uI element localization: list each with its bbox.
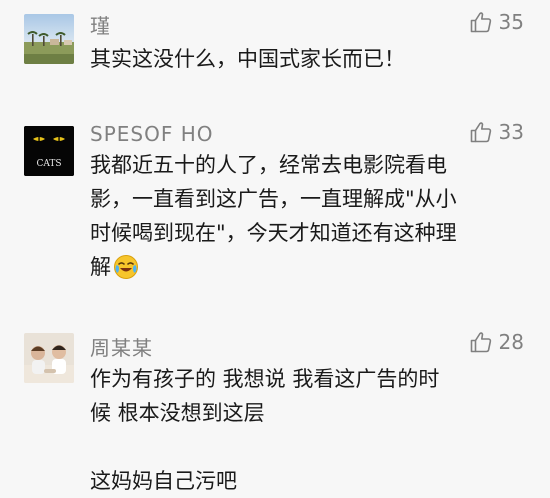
- like-count: 28: [498, 330, 524, 354]
- comment-line: 其实这没什么，中国式家长而已！: [90, 47, 405, 71]
- comment-line: 这妈妈自己污吧: [90, 469, 237, 493]
- thumbs-up-icon: [469, 330, 493, 354]
- comment-line-last: 解: [90, 250, 530, 284]
- comment-text: 其实这没什么，中国式家长而已！: [90, 42, 530, 76]
- avatar-logo-text: CATS: [36, 159, 61, 169]
- laughing-crying-emoji-icon: [113, 254, 139, 290]
- avatar-image-beach: [24, 14, 74, 64]
- comment-line-text: 解: [90, 255, 111, 279]
- thumbs-up-icon: [469, 10, 493, 34]
- avatar[interactable]: CATS: [24, 126, 74, 176]
- like-button[interactable]: 33: [469, 120, 524, 144]
- comment-author[interactable]: 周某某: [90, 332, 153, 361]
- comment-text: 作为有孩子的 我想说 我看这广告的时 候 根本没想到这层 这妈妈自己污吧: [90, 362, 530, 498]
- avatar-image-cats: CATS: [24, 126, 74, 176]
- comment-author[interactable]: SPESOF HO: [90, 122, 213, 146]
- comment-author[interactable]: 瑾: [90, 10, 111, 39]
- comment-line: 时候喝到现在"，今天才知道还有这种理: [90, 221, 457, 245]
- avatar-image-children: [24, 333, 74, 383]
- comment-line: 作为有孩子的 我想说 我看这广告的时: [90, 367, 440, 391]
- thumbs-up-icon: [469, 120, 493, 144]
- like-count: 35: [498, 10, 524, 34]
- comment-text: 我都近五十的人了，经常去电影院看电 影，一直看到这广告，一直理解成"从小 时候喝…: [90, 148, 530, 284]
- avatar[interactable]: [24, 333, 74, 383]
- comment-line-blank: [90, 430, 530, 464]
- like-button[interactable]: 28: [469, 330, 524, 354]
- comment-line: 我都近五十的人了，经常去电影院看电: [90, 153, 447, 177]
- comment-line: 候 根本没想到这层: [90, 401, 265, 425]
- comment-line: 影，一直看到这广告，一直理解成"从小: [90, 187, 457, 211]
- avatar[interactable]: [24, 14, 74, 64]
- like-button[interactable]: 35: [469, 10, 524, 34]
- like-count: 33: [498, 120, 524, 144]
